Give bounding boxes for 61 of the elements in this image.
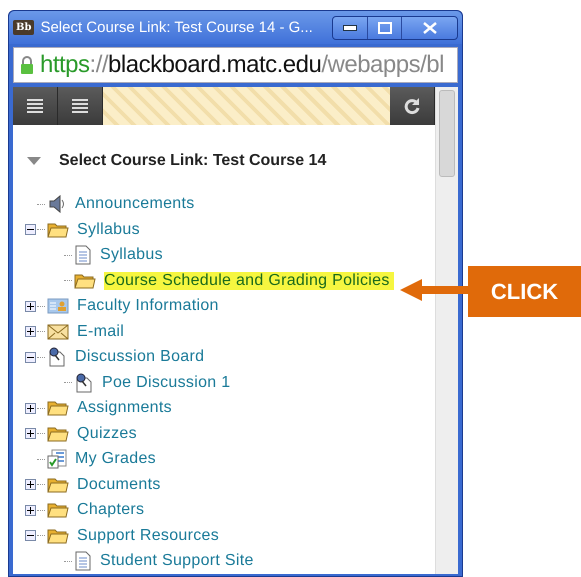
tree-link[interactable]: Quizzes: [77, 424, 137, 443]
callout-label: CLICK: [468, 266, 581, 317]
tree-link[interactable]: My Grades: [75, 450, 156, 468]
app-logo: Bb: [13, 20, 34, 35]
tree-link[interactable]: Syllabus: [100, 246, 163, 264]
gradebook-icon: [47, 449, 67, 470]
folder-icon: [47, 476, 69, 494]
tree-link[interactable]: Syllabus: [77, 220, 140, 239]
tree-link[interactable]: E-mail: [77, 322, 124, 341]
folder-icon: [47, 526, 69, 545]
minimize-icon: [343, 24, 357, 30]
maximize-icon: [378, 22, 392, 34]
expand-toggle[interactable]: [25, 300, 36, 312]
address-bar[interactable]: https://blackboard.matc.edu/webapps/bl: [13, 47, 458, 83]
envelope-icon: [47, 324, 69, 340]
tree-link[interactable]: Assignments: [77, 399, 172, 418]
expand-toggle[interactable]: [25, 428, 36, 440]
folder-icon: [74, 272, 96, 290]
folder-icon: [47, 220, 69, 239]
expand-toggle[interactable]: [25, 479, 36, 490]
menu-icon[interactable]: [58, 87, 103, 126]
lock-icon: [20, 55, 34, 75]
expand-toggle[interactable]: [25, 326, 36, 338]
collapse-toggle[interactable]: [25, 224, 36, 236]
tree-link[interactable]: Chapters: [77, 501, 144, 520]
panel-heading: Select Course Link: Test Course 14: [59, 152, 326, 170]
speaker-icon: [47, 194, 67, 214]
tree-link[interactable]: Documents: [77, 476, 161, 494]
refresh-icon[interactable]: [390, 87, 435, 126]
folder-icon: [47, 399, 69, 418]
expand-toggle[interactable]: [25, 504, 36, 516]
tree-link[interactable]: Discussion Board: [75, 348, 204, 366]
expand-toggle[interactable]: [25, 402, 36, 414]
plus-icon: [27, 481, 34, 488]
close-icon: [422, 22, 436, 34]
tree-link[interactable]: Faculty Information: [77, 297, 219, 316]
discussion-pin-icon: [74, 372, 94, 393]
tree-link[interactable]: Course Schedule and Grading Policies: [104, 272, 394, 290]
plus-icon: [27, 506, 34, 514]
window-title: Select Course Link: Test Course 14 - G...: [40, 19, 314, 36]
tree-link[interactable]: Student Support Site: [100, 552, 254, 570]
tree-link[interactable]: Support Resources: [77, 526, 220, 545]
collapse-toggle[interactable]: [25, 530, 36, 542]
document-icon: [74, 551, 92, 572]
folder-icon: [47, 501, 69, 520]
collapse-triangle-icon[interactable]: [27, 157, 41, 166]
document-icon: [74, 245, 92, 266]
scrollbar-thumb[interactable]: [439, 90, 455, 177]
pointer-arrow: [400, 279, 470, 301]
plus-icon: [27, 404, 34, 412]
url-text: https://blackboard.matc.edu/webapps/bl: [40, 51, 444, 79]
collapse-toggle[interactable]: [25, 352, 36, 363]
plus-icon: [27, 328, 34, 336]
tree-link[interactable]: Announcements: [75, 195, 195, 214]
plus-icon: [27, 430, 34, 438]
menu-icon[interactable]: [13, 87, 58, 126]
discussion-pin-icon: [47, 347, 67, 368]
plus-icon: [27, 302, 34, 310]
folder-icon: [47, 424, 69, 443]
contact-card-icon: [47, 297, 69, 316]
tree-link[interactable]: Poe Discussion 1: [102, 374, 230, 392]
